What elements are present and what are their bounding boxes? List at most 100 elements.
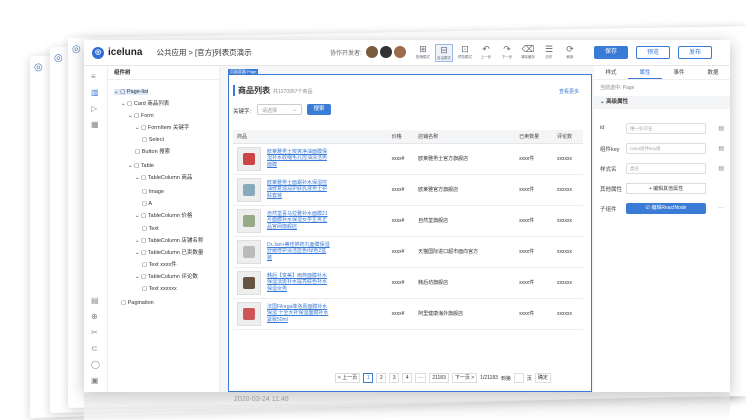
menu-icon[interactable]: ≡ [91,72,96,81]
clipboard-icon[interactable]: ▤ [718,165,724,172]
tree-node[interactable]: ⌄ ▢ Page-list [114,88,149,97]
cell-sold: xxxx件 [515,236,553,268]
grid-icon[interactable]: ▦ [91,120,99,129]
product-image[interactable] [237,208,261,233]
avatar[interactable] [366,46,378,58]
breadcrumb[interactable]: 公共应用 > [官方]列表页演示 [156,47,251,58]
toolbar-button-6[interactable]: ☰ 历史 [540,44,558,62]
tools-icon[interactable]: ✂ [91,328,98,337]
cell-shop: 欧莱雅男士官方旗舰店 [414,143,516,175]
product-link[interactable]: Dr.Jart+蒂佳婷药丸面膜保湿舒缓修护清洁蓝色/绿色2盒装 [267,242,331,262]
preview-button[interactable]: 预览 [636,46,670,59]
page-number-button[interactable]: 2 [376,373,387,383]
keyword-select[interactable]: 请选择 ⌄ [257,104,302,115]
product-image[interactable] [237,177,261,202]
toolbar-icon: ⊡ [461,44,469,54]
product-image[interactable] [237,270,261,295]
prop-field: 组件key react组件key值 ▤ [600,143,724,154]
tree-node[interactable]: ▢ Text [142,225,159,234]
next-page-button[interactable]: 下一页 > [451,373,478,383]
save-button[interactable]: 保存 [594,46,628,59]
product-link[interactable]: 欧莱雅男士炭爽净油面膜保湿补水收缩毛孔控油清洁男面膜 [267,149,331,169]
page-number-button[interactable]: 21183 [429,373,449,383]
page-number-button[interactable]: ··· [415,373,427,383]
product-link[interactable]: 自然堂喜马拉雅补水面膜21片面膜补水保湿女学生男正品官网旗舰店 [267,211,331,231]
tree-node[interactable]: ⌄ ▢ TableColumn 商品 [135,174,192,183]
app-logo[interactable]: ◎ iceluna [92,46,142,59]
view-more-link[interactable]: 查看更多 [559,88,579,95]
product-link[interactable]: 法国Filorga菲洛嘉面膜补水保湿 十全大补保湿面膜补水紧致50ml [267,304,331,324]
tree-node[interactable]: ⌄ ▢ Card 商品列表 [121,100,169,109]
tree-node[interactable]: ⌄ ▢ TableColumn 店铺名称 [135,237,203,246]
tree-node[interactable]: ▢ Pagination [121,299,154,308]
pages-icon[interactable]: ▷ [91,104,97,113]
edit-other-props-button[interactable]: + 编辑其他属性 [626,183,706,194]
prop-input[interactable]: 类名 [626,163,706,174]
tree-node[interactable]: ⌄ ▢ TableColumn 已卖数量 [135,249,203,258]
tree-node[interactable]: ⌄ ▢ Table [128,162,154,171]
tree-header: 组件树 [108,66,219,80]
toolbar-button-2[interactable]: ⊡ 预览模式 [456,44,474,62]
data-icon[interactable]: ▤ [91,296,99,305]
panel-tab[interactable]: 样式 [594,66,628,79]
panel-tab[interactable]: 数据 [696,66,730,79]
product-image[interactable] [237,146,261,171]
column-header: 店铺名称 [414,130,516,144]
section-header[interactable]: ⌄ 高级属性 [594,96,730,109]
page-number-button[interactable]: 3 [389,373,400,383]
product-image[interactable] [237,301,261,326]
tree-node[interactable]: ▢ A [142,200,152,209]
column-header: 评论数 [552,130,583,144]
search-button[interactable]: 搜索 [307,104,331,115]
table-row: 欧莱雅男士炭爽净油面膜保湿补水收缩毛孔控油清洁男面膜 xxxx¥ 欧莱雅男士官方旗舰… [233,143,583,175]
avatar[interactable] [394,46,406,58]
toolbar-button-5[interactable]: ⌫ 清除缓存 [519,44,537,62]
copy-icon[interactable]: ⊂ [91,344,98,353]
toolbar-button-4[interactable]: ↷ 下一步 [498,44,516,62]
prop-input[interactable]: 唯一标识名 [626,123,706,134]
page-number-button[interactable]: 4 [402,373,413,383]
goto-page-input[interactable] [513,373,524,383]
image-icon[interactable]: ▣ [91,376,99,385]
panel-tab[interactable]: 事件 [662,66,696,79]
publish-button[interactable]: 发布 [678,46,712,59]
cell-price: xxxx¥ [387,236,415,268]
avatar[interactable] [380,46,392,58]
editor-window: ◎ iceluna 公共应用 > [官方]列表页演示 协作开发者: ⊞ 拖拽模式 ⊟ 自… [84,40,730,392]
top-bar: ◎ iceluna 公共应用 > [官方]列表页演示 协作开发者: ⊞ 拖拽模式 ⊟ 自… [84,40,730,66]
toolbar-button-3[interactable]: ↶ 上一步 [477,44,495,62]
panel-tab[interactable]: 属性 [628,66,662,79]
edit-reactnode-button[interactable]: ☑ 编辑ReactNode [626,203,706,214]
prev-page-button[interactable]: < 上一页 [335,373,361,383]
tree-node[interactable]: ⌄ ▢ FormItem 关键字 [135,124,189,133]
tree-node[interactable]: ⌄ ▢ TableColumn 价格 [135,212,192,221]
tree-node[interactable]: ⌄ ▢ TableColumn 评论数 [135,273,198,282]
column-header: 商品 [233,130,388,144]
message-icon[interactable]: ◯ [91,360,100,369]
toolbar-button-7[interactable]: ⟳ 刷新 [561,44,579,62]
prop-input[interactable]: react组件key值 [626,143,706,154]
tree-node[interactable]: ▢ Button 搜索 [135,148,170,157]
globe-icon[interactable]: ⊕ [91,312,98,321]
more-icon[interactable]: ··· [718,205,724,211]
clipboard-icon[interactable]: ▤ [718,145,724,152]
page-container[interactable]: 商品列表 共1270957个商品 查看更多 关键字: 请选择 ⌄ 搜索 商品 价格 店铺… [228,74,592,392]
product-image[interactable] [237,239,261,264]
toolbar-button-0[interactable]: ⊞ 拖拽模式 [414,44,432,62]
tree-node[interactable]: ▢ Select [142,136,164,145]
tree-node[interactable]: ▢ Text xxxx件 [142,261,177,270]
component-tree-icon[interactable]: ▥ [91,88,99,97]
logo-icon: ◎ [92,46,104,59]
confirm-page-button[interactable]: 确定 [534,373,551,383]
table-row: 欧莱雅男士面霜补水保湿控油修复滋润护肤乳液男士护肤套装 xxxx¥ 欧莱雅官方旗舰店… [233,174,583,206]
product-link[interactable]: 欧莱雅男士面霜补水保湿控油修复滋润护肤乳液男士护肤套装 [267,180,331,200]
item-count: 共1270957个商品 [273,89,313,95]
tree-node[interactable]: ⌄ ▢ Form [128,112,154,121]
toolbar-button-1[interactable]: ⊟ 自由模式 [435,44,453,62]
tree-node[interactable]: ▢ Text xxxxxx [142,285,177,294]
product-link[interactable]: 韩后【变美】雨燕面膜补水保湿淡斑补水提亮肤色补水保湿女男 [267,273,331,293]
tree-node[interactable]: ▢ Image [142,188,164,197]
clipboard-icon[interactable]: ▤ [718,125,724,132]
chevron-down-icon: ⌄ [292,107,297,113]
page-number-button[interactable]: 1 [363,373,374,383]
